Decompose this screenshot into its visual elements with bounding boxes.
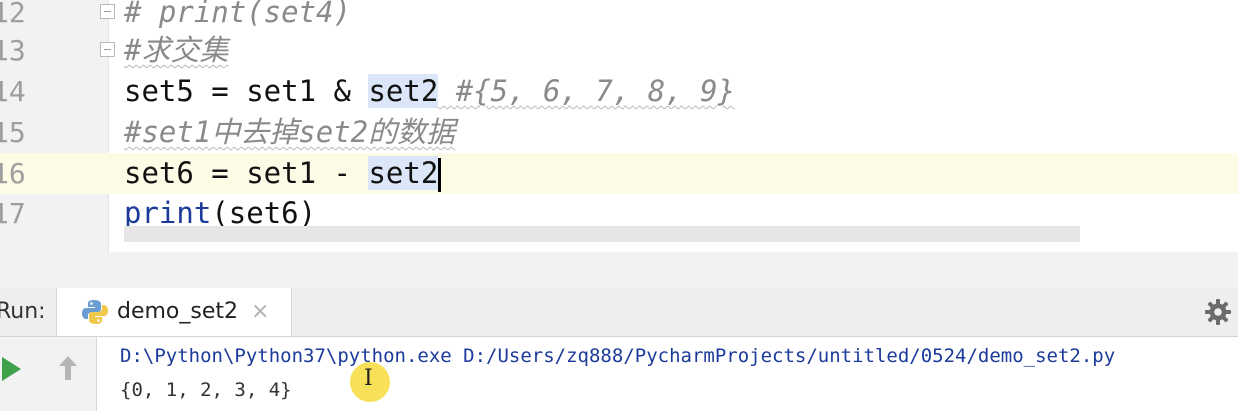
- run-console[interactable]: D:\Python\Python37\python.exe D:/Users/z…: [0, 337, 1238, 411]
- code-line[interactable]: 15 #set1中去掉set2的数据: [0, 112, 1238, 153]
- code-text: set6 = set1 - set2: [124, 153, 442, 194]
- line-number: 13: [0, 34, 26, 67]
- run-tab-demo-set2[interactable]: demo_set2 ×: [56, 288, 292, 336]
- highlighted-identifier: set2: [368, 156, 439, 190]
- line-number: 17: [0, 197, 26, 230]
- python-icon: [82, 300, 108, 324]
- code-statement: set5 = set1 &: [124, 74, 369, 108]
- run-label: Run:: [0, 299, 46, 324]
- fold-marker-icon[interactable]: [100, 42, 115, 57]
- up-arrow-icon[interactable]: [56, 353, 80, 383]
- line-number: 12: [0, 0, 26, 29]
- code-line[interactable]: 14 set5 = set1 & set2 #{5, 6, 7, 8, 9}: [0, 71, 1238, 112]
- text-cursor-icon: I: [364, 366, 373, 391]
- run-toolbar: Run: demo_set2 ×: [0, 288, 1238, 337]
- code-editor[interactable]: 12 # print(set4) 13 #求交集 14 set5 = set1 …: [0, 0, 1238, 252]
- code-comment: # print(set4): [124, 0, 351, 29]
- gear-icon[interactable]: [1204, 298, 1232, 326]
- code-text: set5 = set1 & set2 #{5, 6, 7, 8, 9}: [124, 71, 735, 112]
- console-output: {0, 1, 2, 3, 4}: [120, 379, 292, 401]
- console-command-line: D:\Python\Python37\python.exe D:/Users/z…: [120, 345, 1116, 367]
- line-number: 14: [0, 75, 26, 108]
- fold-marker-icon[interactable]: [100, 4, 115, 19]
- code-comment: #求交集: [124, 33, 229, 67]
- code-comment: #{5, 6, 7, 8, 9}: [438, 74, 736, 108]
- code-comment: #set1中去掉set2的数据: [124, 115, 456, 149]
- play-icon[interactable]: [2, 357, 21, 381]
- code-statement: set6 = set1 -: [124, 156, 369, 190]
- editor-bottom-strip: [0, 252, 1238, 288]
- horizontal-scrollbar[interactable]: [124, 226, 1080, 242]
- call-arguments: (set6): [211, 196, 317, 230]
- close-icon[interactable]: ×: [251, 288, 269, 336]
- code-line[interactable]: 13 #求交集: [0, 30, 1238, 71]
- text-caret: [438, 158, 442, 192]
- tab-label: demo_set2: [117, 299, 239, 324]
- line-number: 15: [0, 116, 26, 149]
- code-line[interactable]: 12 # print(set4): [0, 0, 1238, 33]
- highlighted-identifier: set2: [368, 74, 439, 108]
- builtin-function: print: [124, 196, 212, 230]
- current-code-line[interactable]: 16 set6 = set1 - set2: [0, 153, 1238, 194]
- line-number: 16: [0, 157, 26, 190]
- run-side-toolbar: [0, 337, 97, 411]
